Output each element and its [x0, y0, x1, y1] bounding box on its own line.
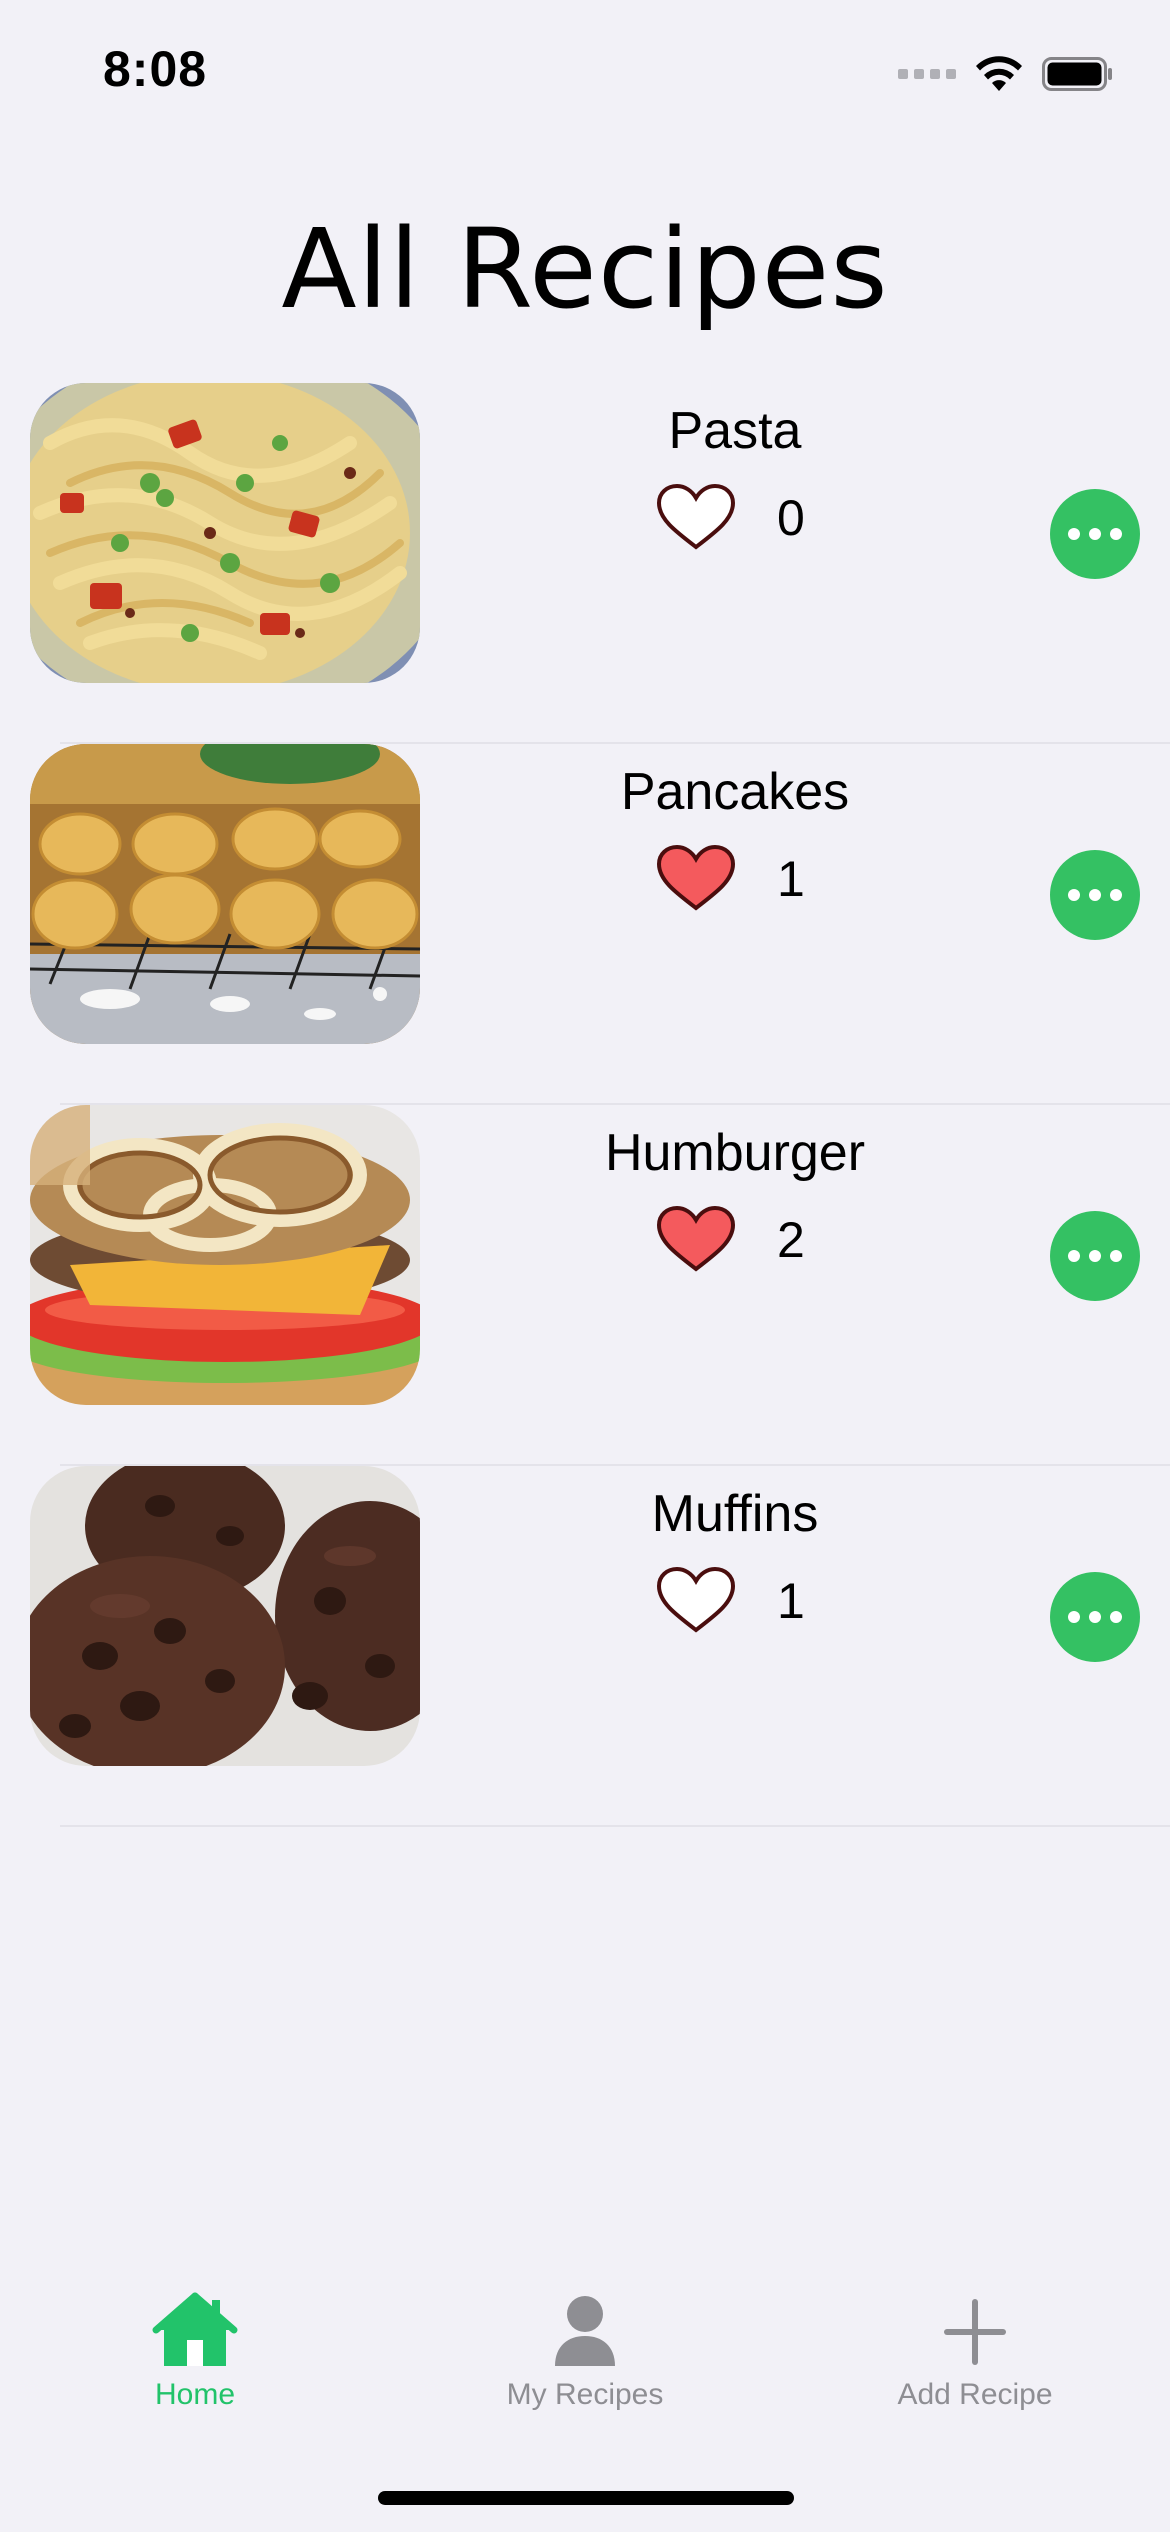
heart-outline-icon[interactable] — [655, 483, 737, 553]
pancakes-photo — [30, 744, 420, 1044]
plus-icon — [930, 2290, 1020, 2370]
ellipsis-icon — [1068, 528, 1080, 540]
pasta-photo — [30, 383, 420, 683]
tab-label: Add Recipe — [897, 2378, 1053, 2411]
tab-my-recipes[interactable]: My Recipes — [390, 2290, 780, 2440]
tab-add-recipe[interactable]: Add Recipe — [780, 2290, 1170, 2440]
heart-outline-icon[interactable] — [655, 1566, 737, 1636]
house-icon — [150, 2290, 240, 2370]
like-count: 0 — [777, 490, 805, 546]
heart-filled-icon[interactable] — [655, 1205, 737, 1275]
tab-label: My Recipes — [506, 2378, 664, 2411]
home-indicator[interactable] — [378, 2491, 794, 2505]
recipe-row[interactable]: Pasta 0 — [0, 383, 1170, 744]
wifi-icon — [976, 56, 1022, 91]
recipe-name: Muffins — [651, 1485, 819, 1543]
like-count: 2 — [777, 1212, 805, 1268]
ellipsis-icon — [1068, 1250, 1080, 1262]
recipe-list: Pasta 0 Pancakes 1 Humburger 2 Muffins 1 — [0, 383, 1170, 1827]
like-group: 1 — [655, 1566, 837, 1636]
person-icon — [540, 2290, 630, 2370]
like-count: 1 — [777, 851, 805, 907]
heart-filled-icon[interactable] — [655, 844, 737, 914]
like-group: 2 — [655, 1205, 837, 1275]
cellular-signal-icon — [898, 69, 956, 79]
tab-bar: Home My Recipes Add Recipe — [0, 2290, 1170, 2440]
recipe-name: Pasta — [668, 402, 802, 460]
like-count: 1 — [777, 1573, 805, 1629]
hamburger-photo — [30, 1105, 420, 1405]
more-options-button[interactable] — [1050, 1211, 1140, 1301]
recipe-row[interactable]: Pancakes 1 — [0, 744, 1170, 1105]
recipe-row[interactable]: Muffins 1 — [0, 1466, 1170, 1827]
like-group: 1 — [655, 844, 837, 914]
more-options-button[interactable] — [1050, 489, 1140, 579]
status-icons — [898, 52, 1114, 96]
recipe-name: Pancakes — [620, 763, 850, 821]
battery-icon — [1042, 57, 1112, 91]
like-group: 0 — [655, 483, 837, 553]
ellipsis-icon — [1068, 1611, 1080, 1623]
recipe-row[interactable]: Humburger 2 — [0, 1105, 1170, 1466]
muffins-photo — [30, 1466, 420, 1766]
more-options-button[interactable] — [1050, 850, 1140, 940]
page-title: All Recipes — [281, 205, 889, 333]
recipe-name: Humburger — [604, 1124, 866, 1182]
more-options-button[interactable] — [1050, 1572, 1140, 1662]
status-time: 8:08 — [103, 41, 208, 97]
ellipsis-icon — [1068, 889, 1080, 901]
status-bar: 8:08 — [0, 0, 1170, 140]
tab-home[interactable]: Home — [0, 2290, 390, 2440]
tab-label: Home — [154, 2378, 236, 2411]
